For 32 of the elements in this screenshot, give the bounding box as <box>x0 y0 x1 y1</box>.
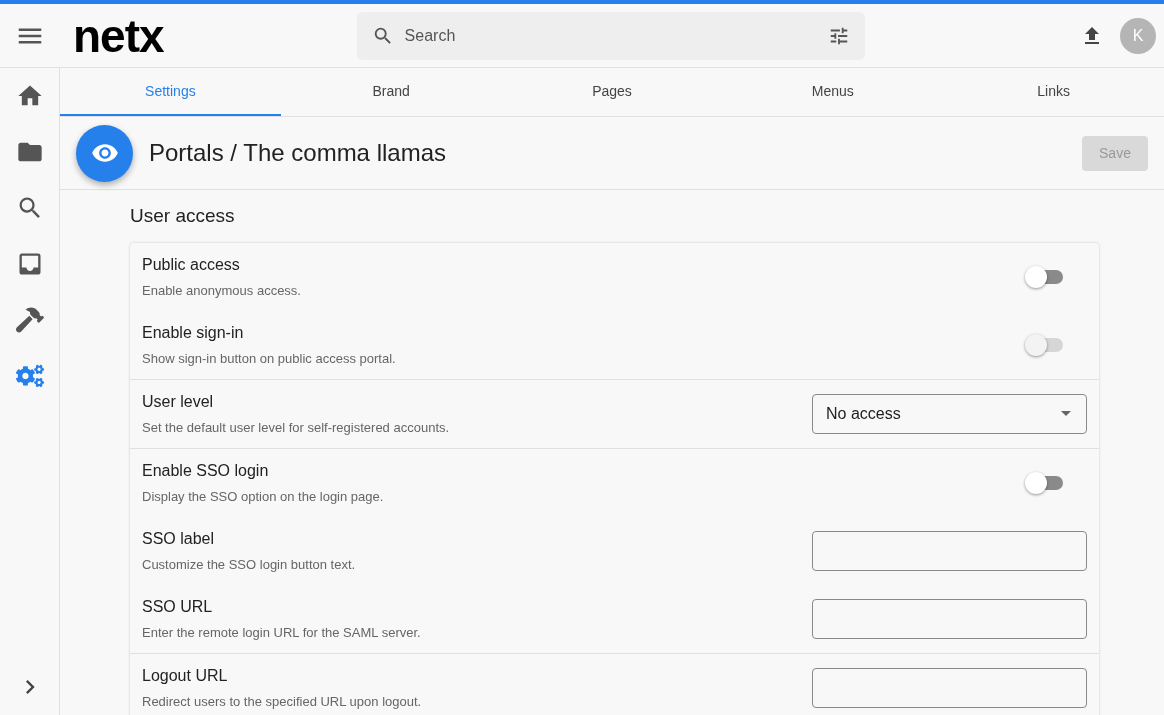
tab[interactable]: Brand <box>280 68 502 116</box>
toggle-switch[interactable] <box>1025 265 1063 288</box>
search-field[interactable]: Search <box>356 11 865 60</box>
tab[interactable]: Menus <box>722 68 944 116</box>
setting-description: Enter the remote login URL for the SAML server. <box>142 623 421 642</box>
user-level-select[interactable]: No access <box>812 393 1087 434</box>
tab[interactable]: Settings <box>60 68 281 116</box>
setting-label: Enable sign-in <box>142 322 245 343</box>
dropdown-caret-icon <box>1061 411 1071 416</box>
setting-description: Show sign-in button on public access portal. <box>142 349 396 368</box>
setting-label: Enable SSO login <box>142 460 270 481</box>
hammer-icon[interactable] <box>15 306 44 334</box>
setting-label: Logout URL <box>142 665 229 686</box>
setting-label: SSO URL <box>142 596 214 617</box>
setting-description: Display the SSO option on the login page. <box>142 487 384 506</box>
setting-label: SSO label <box>142 528 216 549</box>
page-title: Portals / The comma llamas <box>149 138 446 168</box>
setting-description: Set the default user level for self-registered accounts. <box>142 418 450 437</box>
logo: netx <box>73 12 164 59</box>
gears-icon[interactable] <box>15 362 44 390</box>
setting-description: Redirect users to the specified URL upon logout. <box>142 692 422 711</box>
input-field[interactable] <box>812 598 1087 639</box>
toggle-switch[interactable] <box>1025 471 1063 494</box>
tab[interactable]: Pages <box>501 68 723 116</box>
setting-label: Public access <box>142 254 241 275</box>
setting-label: User level <box>142 391 215 412</box>
setting-description: Enable anonymous access. <box>142 281 301 300</box>
input-field[interactable] <box>812 530 1087 571</box>
tab[interactable]: Links <box>943 68 1164 116</box>
section-title: User access <box>130 204 236 228</box>
input-field[interactable] <box>812 667 1087 708</box>
setting-description: Customize the SSO login button text. <box>142 555 356 574</box>
